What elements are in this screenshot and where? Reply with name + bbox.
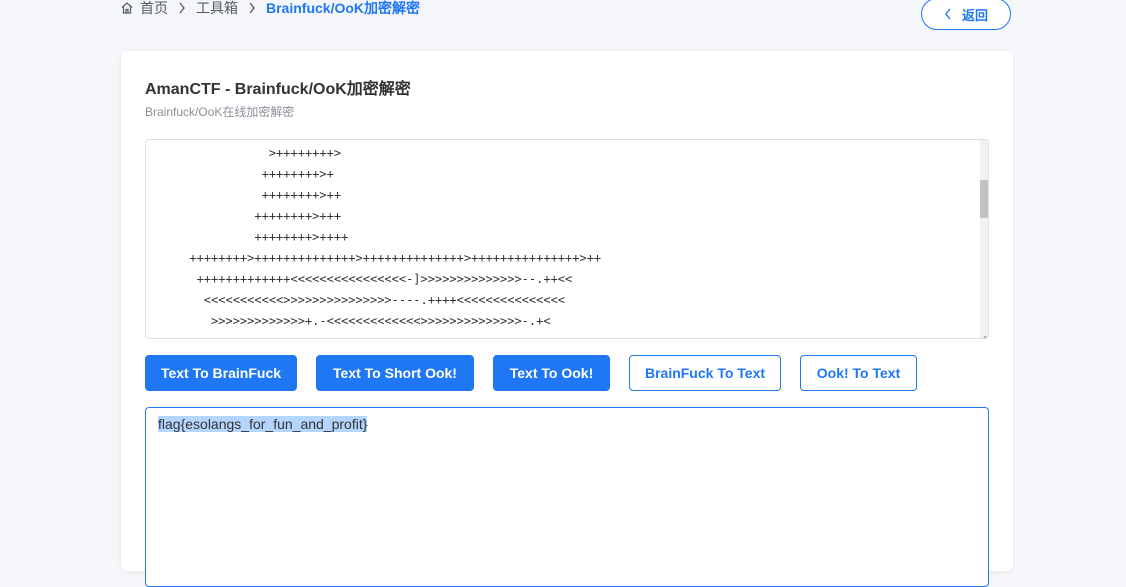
code-line: ++++++++>++ xyxy=(146,188,342,202)
scrollbar-thumb[interactable] xyxy=(980,180,988,218)
back-button[interactable]: 返回 xyxy=(921,0,1011,30)
resize-handle-icon[interactable] xyxy=(979,329,987,338)
chevron-right-icon xyxy=(178,2,186,14)
text-to-short-ook-button[interactable]: Text To Short Ook! xyxy=(316,355,474,391)
home-icon xyxy=(120,1,134,15)
breadcrumb-toolbox[interactable]: 工具箱 xyxy=(196,0,238,18)
code-line: <<<<<<<<<<<>>>>>>>>>>>>>>>----.++++<<<<<… xyxy=(146,293,566,307)
code-content: >++++++++> ++++++++>+ ++++++++>++ ++++++… xyxy=(146,140,988,332)
code-line: ++++++++>++++++++++++++>++++++++++++++>+… xyxy=(146,251,602,265)
code-line: ++++++++>++++ xyxy=(146,230,349,244)
code-line: +++++++++++++<<<<<<<<<<<<<<<<-]>>>>>>>>>… xyxy=(146,272,573,286)
text-to-brainfuck-button[interactable]: Text To BrainFuck xyxy=(145,355,297,391)
code-input-textarea[interactable]: >++++++++> ++++++++>+ ++++++++>++ ++++++… xyxy=(145,139,989,339)
vertical-scrollbar[interactable] xyxy=(980,140,988,338)
breadcrumb-home-label: 首页 xyxy=(140,0,168,16)
page-subtitle: Brainfuck/OoK在线加密解密 xyxy=(145,105,295,119)
back-button-label: 返回 xyxy=(961,7,988,23)
output-textarea[interactable]: flag{esolangs_for_fun_and_profit} xyxy=(145,407,989,587)
code-line: ++++++++>+++ xyxy=(146,209,342,223)
breadcrumb-current: Brainfuck/OoK加密解密 xyxy=(266,0,421,16)
brainfuck-to-text-button[interactable]: BrainFuck To Text xyxy=(629,355,781,391)
output-text: flag{esolangs_for_fun_and_profit} xyxy=(158,416,368,432)
text-to-ook-button[interactable]: Text To Ook! xyxy=(493,355,610,391)
code-line: >>>>>>>>>>>>>+.-<<<<<<<<<<<<<>>>>>>>>>>>… xyxy=(146,314,551,328)
code-line: >++++++++> xyxy=(146,146,342,160)
selected-output: flag{esolangs_for_fun_and_profit} xyxy=(158,416,368,432)
chevron-right-icon xyxy=(248,2,256,14)
chevron-left-icon xyxy=(944,8,952,20)
breadcrumb: 首页 工具箱 Brainfuck/OoK加密解密 xyxy=(120,0,420,16)
breadcrumb-home[interactable]: 首页 xyxy=(120,0,168,18)
page-title: AmanCTF - Brainfuck/OoK加密解密 xyxy=(145,81,411,98)
tool-card: AmanCTF - Brainfuck/OoK加密解密 Brainfuck/Oo… xyxy=(121,51,1013,587)
ook-to-text-button[interactable]: Ook! To Text xyxy=(800,355,917,391)
code-line: ++++++++>+ xyxy=(146,167,334,181)
